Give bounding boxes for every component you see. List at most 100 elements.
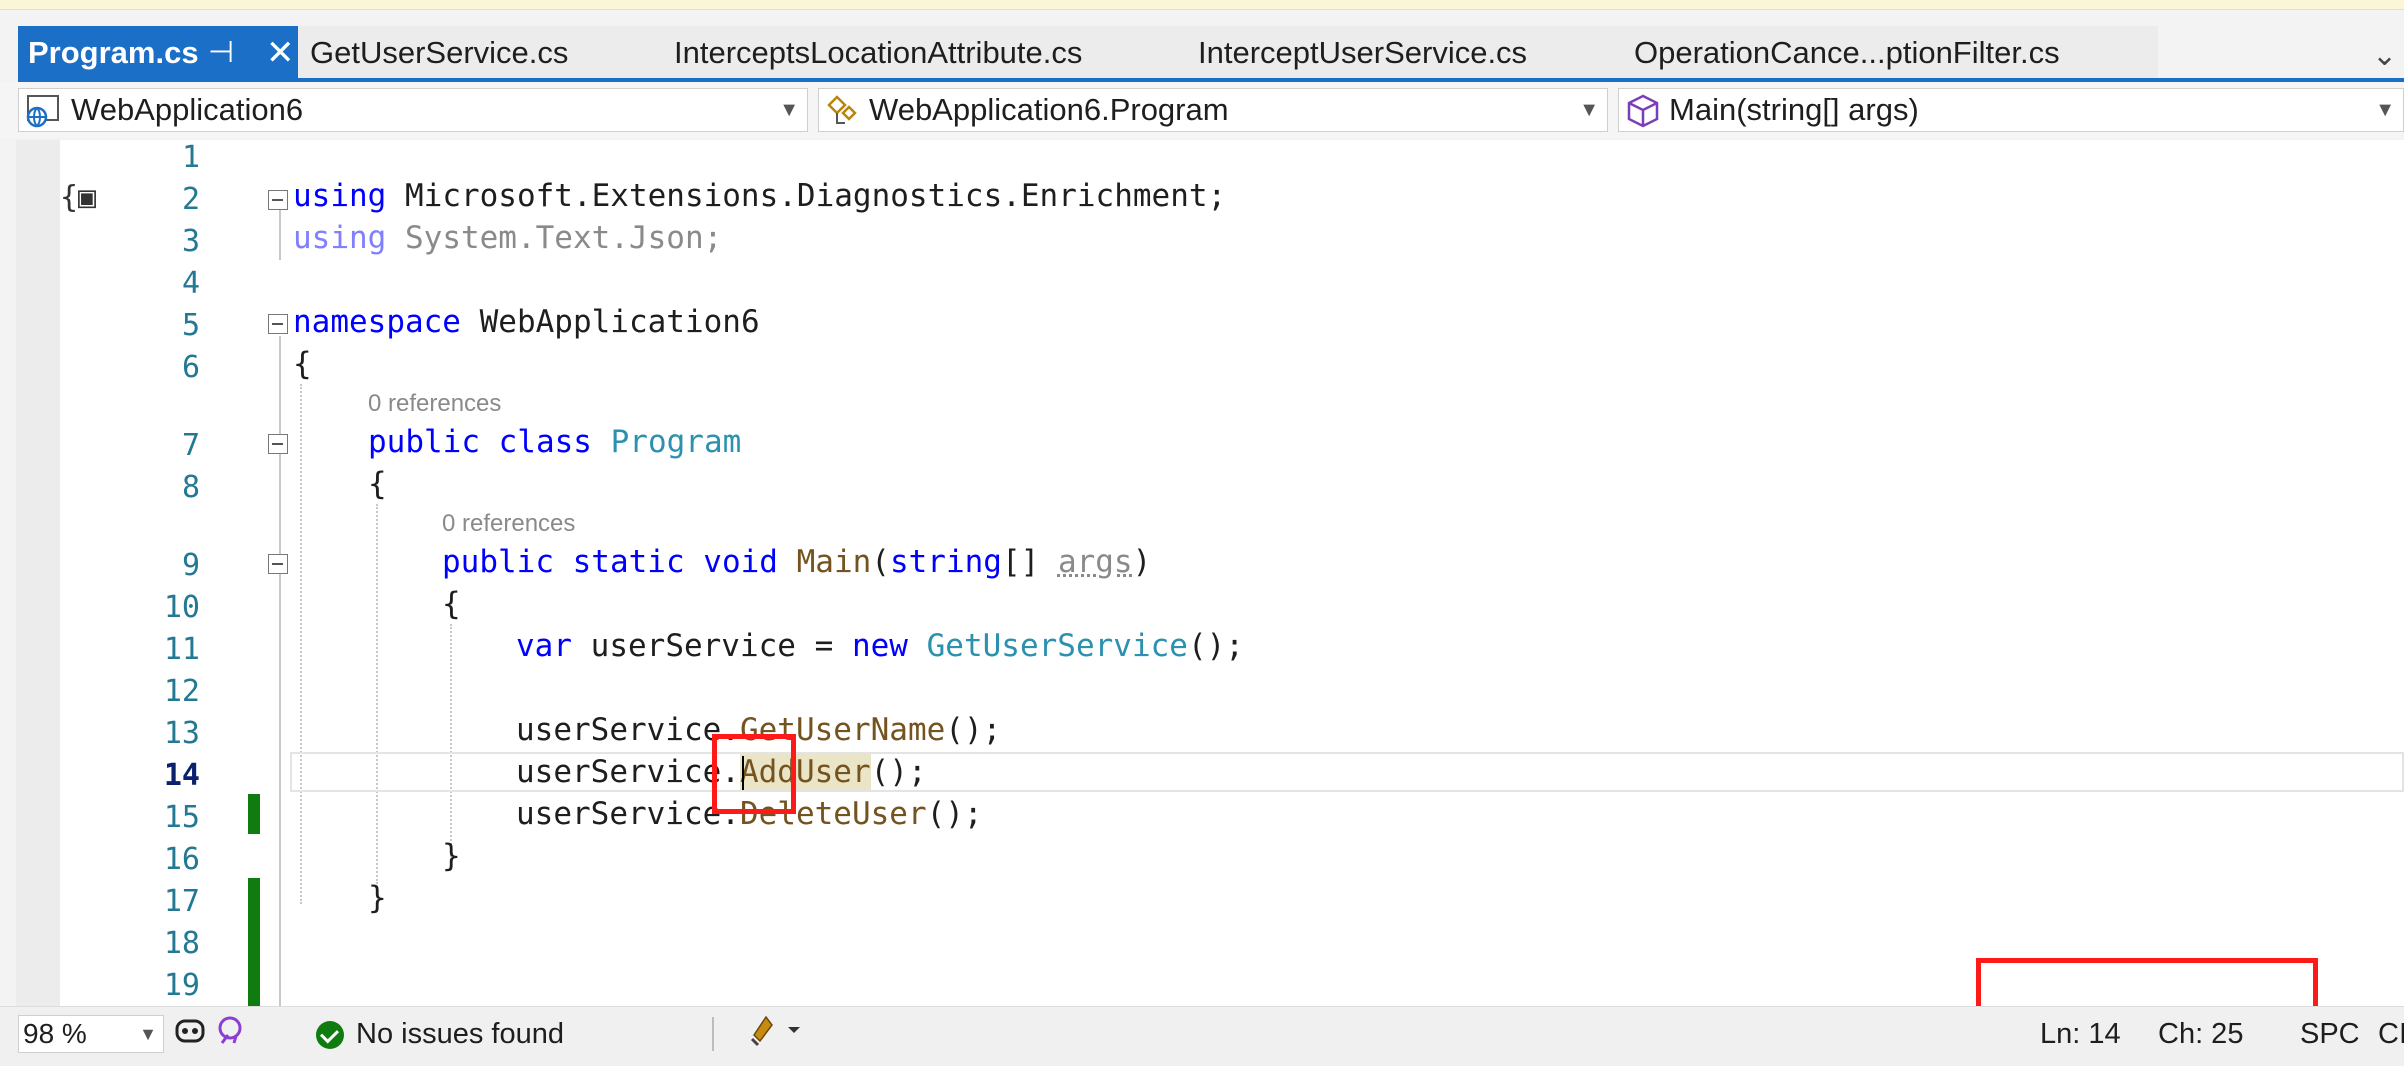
line-number: 19 bbox=[163, 968, 200, 1003]
zoom-value: 98 % bbox=[23, 1018, 87, 1049]
code-line-9[interactable]: public static void Main(string[] args) bbox=[442, 544, 1151, 580]
code-text: userService. bbox=[516, 796, 740, 832]
chevron-down-icon: ▼ bbox=[779, 99, 799, 121]
line-number-current: 14 bbox=[163, 758, 200, 793]
keyword: public class bbox=[368, 424, 592, 460]
project-label: WebApplication6 bbox=[71, 92, 304, 127]
status-bar: 98 % ▼ No issues found Ln: 14 Ch: 25 SPC… bbox=[0, 1006, 2404, 1066]
keyword: var bbox=[516, 628, 572, 664]
collapse-icon[interactable] bbox=[268, 190, 288, 210]
line-position[interactable]: Ln: 14 bbox=[2040, 1015, 2121, 1053]
line-number: 9 bbox=[181, 548, 200, 583]
code-line-8[interactable]: { bbox=[368, 466, 387, 502]
line-number: 7 bbox=[181, 428, 200, 463]
annotation-box-caret bbox=[712, 734, 796, 814]
line-number: 8 bbox=[181, 470, 200, 505]
code-text: System.Text.Json; bbox=[386, 220, 723, 256]
code-text: userService. bbox=[516, 754, 740, 790]
code-line-5[interactable]: namespace WebApplication6 bbox=[293, 304, 760, 340]
tab-interceptslocationattribute-cs[interactable]: InterceptsLocationAttribute.cs bbox=[674, 26, 1082, 80]
code-line-7[interactable]: public class Program bbox=[368, 424, 741, 460]
project-dropdown[interactable]: WebApplication6 ▼ bbox=[18, 88, 808, 132]
line-number: 6 bbox=[181, 350, 200, 385]
close-icon[interactable]: ✕ bbox=[266, 26, 295, 80]
indent-guide bbox=[300, 384, 302, 904]
code-line-17[interactable]: } bbox=[368, 880, 387, 916]
code-line-10[interactable]: { bbox=[442, 586, 461, 622]
type-label: WebApplication6.Program bbox=[869, 92, 1229, 127]
code-line-11[interactable]: var userService = new GetUserService(); bbox=[516, 628, 1244, 664]
navigation-bar: WebApplication6 ▼ WebApplication6.Progra… bbox=[0, 82, 2404, 138]
line-ending-indicator[interactable]: CI bbox=[2378, 1015, 2404, 1053]
code-editor[interactable] bbox=[16, 140, 2404, 1006]
code-cleanup-icon[interactable] bbox=[746, 1011, 806, 1061]
status-divider bbox=[712, 1017, 714, 1051]
line-number: 10 bbox=[163, 590, 200, 625]
line-number: 4 bbox=[181, 266, 200, 301]
chevron-down-icon: ▼ bbox=[2375, 99, 2395, 121]
issues-status[interactable]: No issues found bbox=[356, 1015, 564, 1053]
code-text: (); bbox=[945, 712, 1002, 748]
type-dropdown[interactable]: WebApplication6.Program ▼ bbox=[818, 88, 1608, 132]
code-text: (); bbox=[926, 796, 983, 832]
check-circle-icon bbox=[316, 1021, 344, 1049]
keyword: using bbox=[293, 220, 387, 256]
code-line-6[interactable]: { bbox=[293, 346, 312, 382]
code-text: userService = bbox=[572, 628, 852, 664]
line-number: 2 bbox=[181, 182, 200, 217]
type-name: GetUserService bbox=[926, 628, 1188, 664]
collapse-icon[interactable] bbox=[268, 554, 288, 574]
code-text: WebApplication6 bbox=[460, 304, 760, 340]
code-text: (); bbox=[1187, 628, 1244, 664]
collapse-icon[interactable] bbox=[268, 434, 288, 454]
code-line-3[interactable]: using System.Text.Json; bbox=[293, 220, 722, 256]
code-text: Microsoft.Extensions.Diagnostics.Enrichm… bbox=[386, 178, 1227, 214]
class-icon bbox=[827, 95, 857, 124]
line-number: 15 bbox=[163, 800, 200, 835]
tab-label: Program.cs bbox=[28, 35, 199, 70]
codelens-references[interactable]: 0 references bbox=[368, 390, 501, 418]
code-text: ( bbox=[871, 544, 890, 580]
tab-overflow-icon[interactable]: ⌄ bbox=[2372, 38, 2397, 73]
member-dropdown[interactable]: Main(string[] args) ▼ bbox=[1618, 88, 2404, 132]
tab-operationcancellationfilter-cs[interactable]: OperationCance...ptionFilter.cs bbox=[1634, 26, 2060, 80]
keyword: using bbox=[293, 178, 387, 214]
keyword: public static void bbox=[442, 544, 778, 580]
copilot-icon[interactable] bbox=[172, 1013, 208, 1059]
line-number: 17 bbox=[163, 884, 200, 919]
glyph-margin bbox=[16, 140, 60, 1006]
parameter-name: args bbox=[1057, 544, 1133, 580]
pin-icon[interactable]: ⊣ bbox=[208, 26, 234, 80]
change-bar bbox=[248, 794, 260, 834]
code-line-16[interactable]: } bbox=[442, 838, 461, 874]
web-project-icon bbox=[26, 95, 59, 128]
code-text: ) bbox=[1132, 544, 1152, 580]
method-name: Main bbox=[796, 544, 872, 580]
chevron-down-icon: ▼ bbox=[1579, 99, 1599, 121]
code-line-2[interactable]: using Microsoft.Extensions.Diagnostics.E… bbox=[293, 178, 1226, 214]
keyword: string bbox=[889, 544, 1002, 580]
document-tab-bar: Program.cs ⊣ ✕ GetUserService.cs Interce… bbox=[0, 24, 2404, 80]
column-position[interactable]: Ch: 25 bbox=[2158, 1015, 2243, 1053]
method-cube-icon bbox=[1627, 94, 1659, 128]
intellicode-icon[interactable] bbox=[214, 1013, 250, 1059]
collapse-icon[interactable] bbox=[268, 314, 288, 334]
zoom-dropdown[interactable]: 98 % ▼ bbox=[18, 1015, 164, 1053]
line-number: 11 bbox=[163, 632, 200, 667]
outline-line bbox=[279, 210, 281, 260]
line-number: 1 bbox=[181, 140, 200, 175]
line-number: 12 bbox=[163, 674, 200, 709]
chevron-down-icon: ▼ bbox=[139, 1024, 157, 1044]
line-number: 13 bbox=[163, 716, 200, 751]
line-number: 5 bbox=[181, 308, 200, 343]
code-text: [] bbox=[1001, 544, 1058, 580]
codelens-references[interactable]: 0 references bbox=[442, 510, 575, 538]
tab-getuserservice-cs[interactable]: GetUserService.cs bbox=[310, 26, 568, 80]
info-strip bbox=[0, 0, 2404, 10]
tab-program-cs[interactable]: Program.cs ⊣ ✕ bbox=[18, 26, 298, 80]
line-number: 18 bbox=[163, 926, 200, 961]
spacing-indicator[interactable]: SPC bbox=[2300, 1015, 2360, 1053]
tab-interceptuserservice-cs[interactable]: InterceptUserService.cs bbox=[1198, 26, 1527, 80]
indent-guide bbox=[376, 504, 378, 884]
keyword: namespace bbox=[293, 304, 461, 340]
